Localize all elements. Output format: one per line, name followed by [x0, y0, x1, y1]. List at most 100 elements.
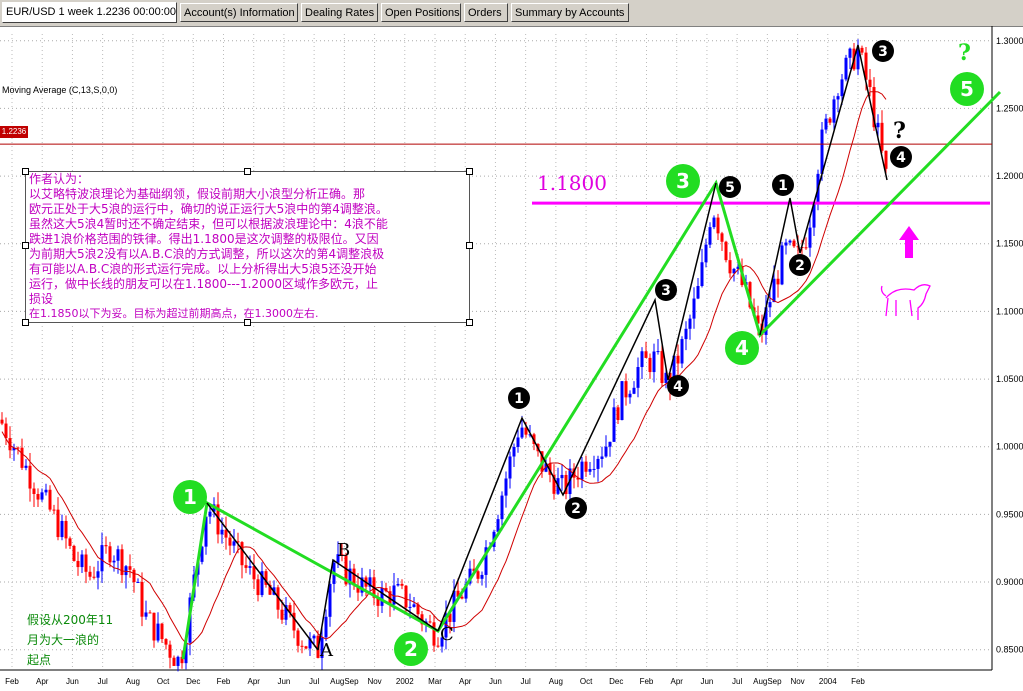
candle-body [776, 278, 780, 285]
candle-body [84, 554, 88, 572]
level-label: 1.1800 [537, 171, 607, 195]
candle-body [600, 456, 604, 459]
candle-body [720, 233, 724, 242]
tab-dealing-rates[interactable]: Dealing Rates [301, 3, 378, 22]
x-tick-label: Apr [670, 677, 683, 686]
candle-body [868, 79, 872, 88]
candle-body [80, 554, 84, 568]
candle-body [100, 545, 104, 572]
y-tick-label: 1.2500 [996, 103, 1023, 113]
annotation-line: 作者认为： [29, 172, 90, 186]
chart-axes: 1.3000 1.2500 1.2000 1.1500 1.1000 1.0500 1.00… [0, 26, 1023, 686]
note-line: 假设从200年11 [27, 613, 114, 627]
resize-handle[interactable] [466, 242, 473, 249]
y-tick-label: 0.9000 [996, 577, 1023, 587]
x-tick-label: Apr [247, 677, 260, 686]
resize-handle[interactable] [22, 168, 29, 175]
candle-body [724, 241, 728, 261]
wave-number: 5 [725, 180, 735, 196]
candle-body [580, 461, 584, 480]
candle-body [476, 571, 480, 579]
x-tick-label: Jul [98, 677, 108, 686]
resize-handle[interactable] [466, 319, 473, 326]
annotation-line: 在1.1850以下为妥。目标为超过前期高点，在1.3000左右. [29, 307, 319, 320]
x-tick-label: Aug [549, 677, 563, 686]
tab-account-information[interactable]: Account(s) Information [180, 3, 298, 22]
candle-body [244, 565, 248, 568]
candle-body [788, 240, 792, 243]
annotation-line: 虽然这大5浪4暂时还不确定结束，但可以根据波浪理论中：4浪不能 [29, 217, 388, 231]
candle-body [500, 495, 504, 520]
resize-handle[interactable] [22, 242, 29, 249]
price-chart[interactable]: 1.3000 1.2500 1.2000 1.1500 1.1000 1.0500 1.00… [0, 26, 1023, 691]
candle-body [40, 492, 44, 500]
candle-body [592, 468, 596, 470]
candle-body [92, 576, 96, 578]
candle-body [20, 447, 24, 468]
candle-body [124, 566, 128, 576]
candle-body [596, 458, 600, 469]
candle-body [700, 262, 704, 287]
x-tick-label: Nov [790, 677, 804, 686]
candle-body [400, 583, 404, 586]
candle-body [876, 122, 880, 128]
candle-body [584, 461, 588, 472]
minor-wave-5: 5 [719, 176, 741, 198]
candle-body [240, 542, 244, 566]
candle-body [880, 122, 884, 151]
candle-body [684, 328, 688, 340]
candle-body [860, 47, 864, 53]
candle-body [652, 351, 656, 373]
candle-body [512, 446, 516, 457]
candle-body [76, 560, 80, 568]
annotation-line: 损设 [29, 292, 54, 306]
candle-body [620, 381, 624, 421]
y-tick-label: 1.2000 [996, 171, 1023, 181]
candle-body [504, 478, 508, 496]
y-tick-label: 1.0500 [996, 374, 1023, 384]
candle-body [508, 456, 512, 479]
wave-number: 2 [571, 501, 581, 517]
candle-body [48, 489, 52, 510]
wave-label-b: B [337, 540, 350, 561]
x-tick-label: Jul [521, 677, 531, 686]
candle-body [408, 606, 412, 608]
candle-body [136, 581, 140, 583]
up-arrow-icon [899, 226, 919, 258]
candle-body [480, 574, 484, 579]
candle-body [612, 407, 616, 442]
y-tick-label: 0.8500 [996, 645, 1023, 655]
candle-body [36, 494, 40, 500]
wave-number: 3 [676, 169, 690, 193]
candle-body [840, 79, 844, 97]
x-tick-label: Oct [157, 677, 170, 686]
major-wave-2: 2 [394, 632, 428, 666]
tab-open-positions[interactable]: Open Positions [381, 3, 461, 22]
candle-body [784, 242, 788, 246]
candle-body [704, 244, 708, 263]
wave-line [206, 502, 319, 651]
tab-eurusd-chart[interactable]: EUR/USD 1 week 1.2236 00:00:00 [2, 2, 177, 23]
trading-window: { "window": {"title": "EUR/USD 1 week 1.… [0, 0, 1023, 691]
analysis-annotation-box[interactable]: 作者认为： 以艾略特波浪理论为基础纲领，假设前期大小浪型分析正确。那 欧元正处于… [22, 168, 473, 326]
candle-body [256, 579, 260, 596]
y-tick-label: 1.1500 [996, 239, 1023, 249]
annotation-line: 以艾略特波浪理论为基础纲领，假设前期大小浪型分析正确。那 [29, 187, 366, 201]
candle-body [808, 227, 812, 248]
x-tick-label: Dec [186, 677, 200, 686]
resize-handle[interactable] [466, 168, 473, 175]
tab-summary-by-accounts[interactable]: Summary by Accounts [511, 3, 629, 22]
candle-body [300, 645, 304, 647]
candle-body [616, 407, 620, 421]
candle-body [680, 339, 684, 364]
x-tick-label: Apr [459, 677, 472, 686]
wave-label-c: C [440, 624, 454, 645]
tab-orders[interactable]: Orders [464, 3, 508, 22]
candle-body [824, 118, 828, 130]
resize-handle[interactable] [244, 319, 251, 326]
resize-handle[interactable] [244, 168, 251, 175]
resize-handle[interactable] [22, 319, 29, 326]
wave-start-note: 假设从200年11 月为大一浪的 起点 [27, 610, 113, 670]
candle-body [280, 609, 284, 620]
candle-body [68, 538, 72, 546]
